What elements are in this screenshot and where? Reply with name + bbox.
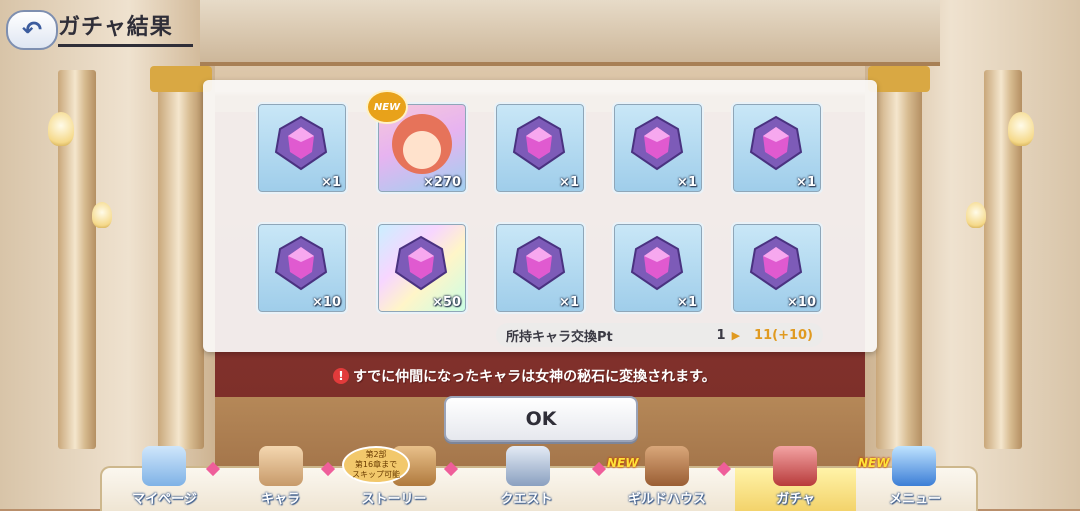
result-item-stone[interactable]: ×10	[731, 222, 823, 314]
exchange-pt-label: 所持キャラ交換Pt	[506, 329, 613, 345]
badge-line: 第2部	[365, 450, 387, 459]
notice-text: すでに仲間になったキャラは女神の秘石に変換されます。	[353, 369, 716, 385]
goddess-stone-icon	[749, 115, 803, 171]
character-portrait	[392, 114, 452, 174]
goddess-stone-icon	[394, 235, 448, 291]
goddess-stone-icon	[630, 235, 684, 291]
gacha-icon	[773, 446, 817, 486]
nav-label: マイページ	[132, 492, 197, 507]
item-quantity: ×10	[312, 295, 341, 310]
goddess-stone-icon	[749, 235, 803, 291]
nav-label: キャラ	[260, 492, 300, 507]
nav-label: クエスト	[500, 492, 553, 507]
pillar	[876, 70, 922, 449]
nav-item-gacha[interactable]: ガチャ	[735, 446, 856, 511]
item-quantity: ×1	[559, 175, 579, 190]
item-quantity: ×1	[559, 295, 579, 310]
result-item-stone[interactable]: ×1	[256, 102, 348, 194]
result-item-stone[interactable]: ×10	[256, 222, 348, 314]
door-icon	[645, 446, 689, 486]
item-quantity: ×1	[321, 175, 341, 190]
result-item-stone[interactable]: ×1	[494, 222, 586, 314]
bottom-nav: マイページ キャラ ストーリー クエスト NEW ギルドハウス ガチャ NEW …	[100, 446, 978, 511]
title-underline	[58, 44, 193, 47]
story-skip-badge: 第2部 第16章まで スキップ可能	[342, 446, 410, 484]
goddess-stone-icon	[274, 235, 328, 291]
goddess-stone-icon	[512, 235, 566, 291]
badge-line: 第16章まで	[354, 460, 398, 469]
badge-line: スキップ可能	[352, 470, 400, 479]
nav-item-menu[interactable]: NEW メニュー	[856, 446, 974, 511]
arrow-right-icon: ▶	[731, 328, 741, 342]
pillar	[158, 70, 204, 449]
character-icon	[259, 446, 303, 486]
ok-button[interactable]: OK	[444, 396, 638, 442]
result-item-character[interactable]: ×270 NEW	[366, 90, 468, 194]
nav-item-mypage[interactable]: マイページ	[102, 446, 227, 511]
back-button[interactable]: ↶	[6, 10, 58, 50]
wall-lamp	[966, 202, 986, 228]
alert-icon: !	[333, 368, 349, 384]
back-arrow-icon: ↶	[21, 16, 43, 44]
goddess-stone-icon	[630, 115, 684, 171]
ceiling-frieze	[200, 0, 940, 66]
item-quantity: ×1	[677, 295, 697, 310]
nav-item-quest[interactable]: クエスト	[454, 446, 607, 511]
new-label: NEW	[858, 456, 890, 470]
nav-label: ストーリー	[361, 492, 427, 507]
new-label: NEW	[607, 456, 639, 470]
item-quantity: ×1	[677, 175, 697, 190]
result-item-stone[interactable]: ×1	[612, 222, 704, 314]
result-item-stone[interactable]: ×1	[612, 102, 704, 194]
result-item-stone[interactable]: ×1	[731, 102, 823, 194]
nav-label: ガチャ	[776, 492, 815, 507]
goddess-stone-icon	[274, 115, 328, 171]
item-quantity: ×50	[432, 295, 461, 310]
item-quantity: ×270	[422, 175, 461, 190]
pillar-capital	[868, 66, 930, 92]
wall-lamp	[92, 202, 112, 228]
new-badge: NEW	[366, 90, 408, 124]
result-item-stone[interactable]: ×50	[376, 222, 468, 314]
page-title: ガチャ結果	[58, 15, 173, 40]
goddess-stone-icon	[512, 115, 566, 171]
nav-item-guildhouse[interactable]: NEW ギルドハウス	[599, 446, 735, 511]
nav-item-chara[interactable]: キャラ	[227, 446, 336, 511]
wall-lamp	[1008, 112, 1034, 146]
result-item-stone[interactable]: ×1	[494, 102, 586, 194]
wall-lamp	[48, 112, 74, 146]
sword-icon	[506, 446, 550, 486]
conversion-notice: ! すでに仲間になったキャラは女神の秘石に変換されます。	[333, 366, 716, 386]
gacha-result-panel: ×1 ×270 NEW ×1 ×1 ×1 ×10 ×50 ×1 ×1 ×10 所…	[203, 80, 877, 352]
exchange-pt-before: 1	[716, 327, 726, 343]
exchange-pt-after: 11(+10)	[754, 327, 813, 343]
nav-label: ギルドハウス	[627, 492, 706, 507]
item-quantity: ×10	[787, 295, 816, 310]
nav-label: メニュー	[888, 492, 941, 507]
item-quantity: ×1	[796, 175, 816, 190]
crystal-icon	[892, 446, 936, 486]
exchange-pt-row: 所持キャラ交換Pt 1 ▶ 11(+10)	[496, 323, 823, 347]
castle-icon	[142, 446, 186, 486]
